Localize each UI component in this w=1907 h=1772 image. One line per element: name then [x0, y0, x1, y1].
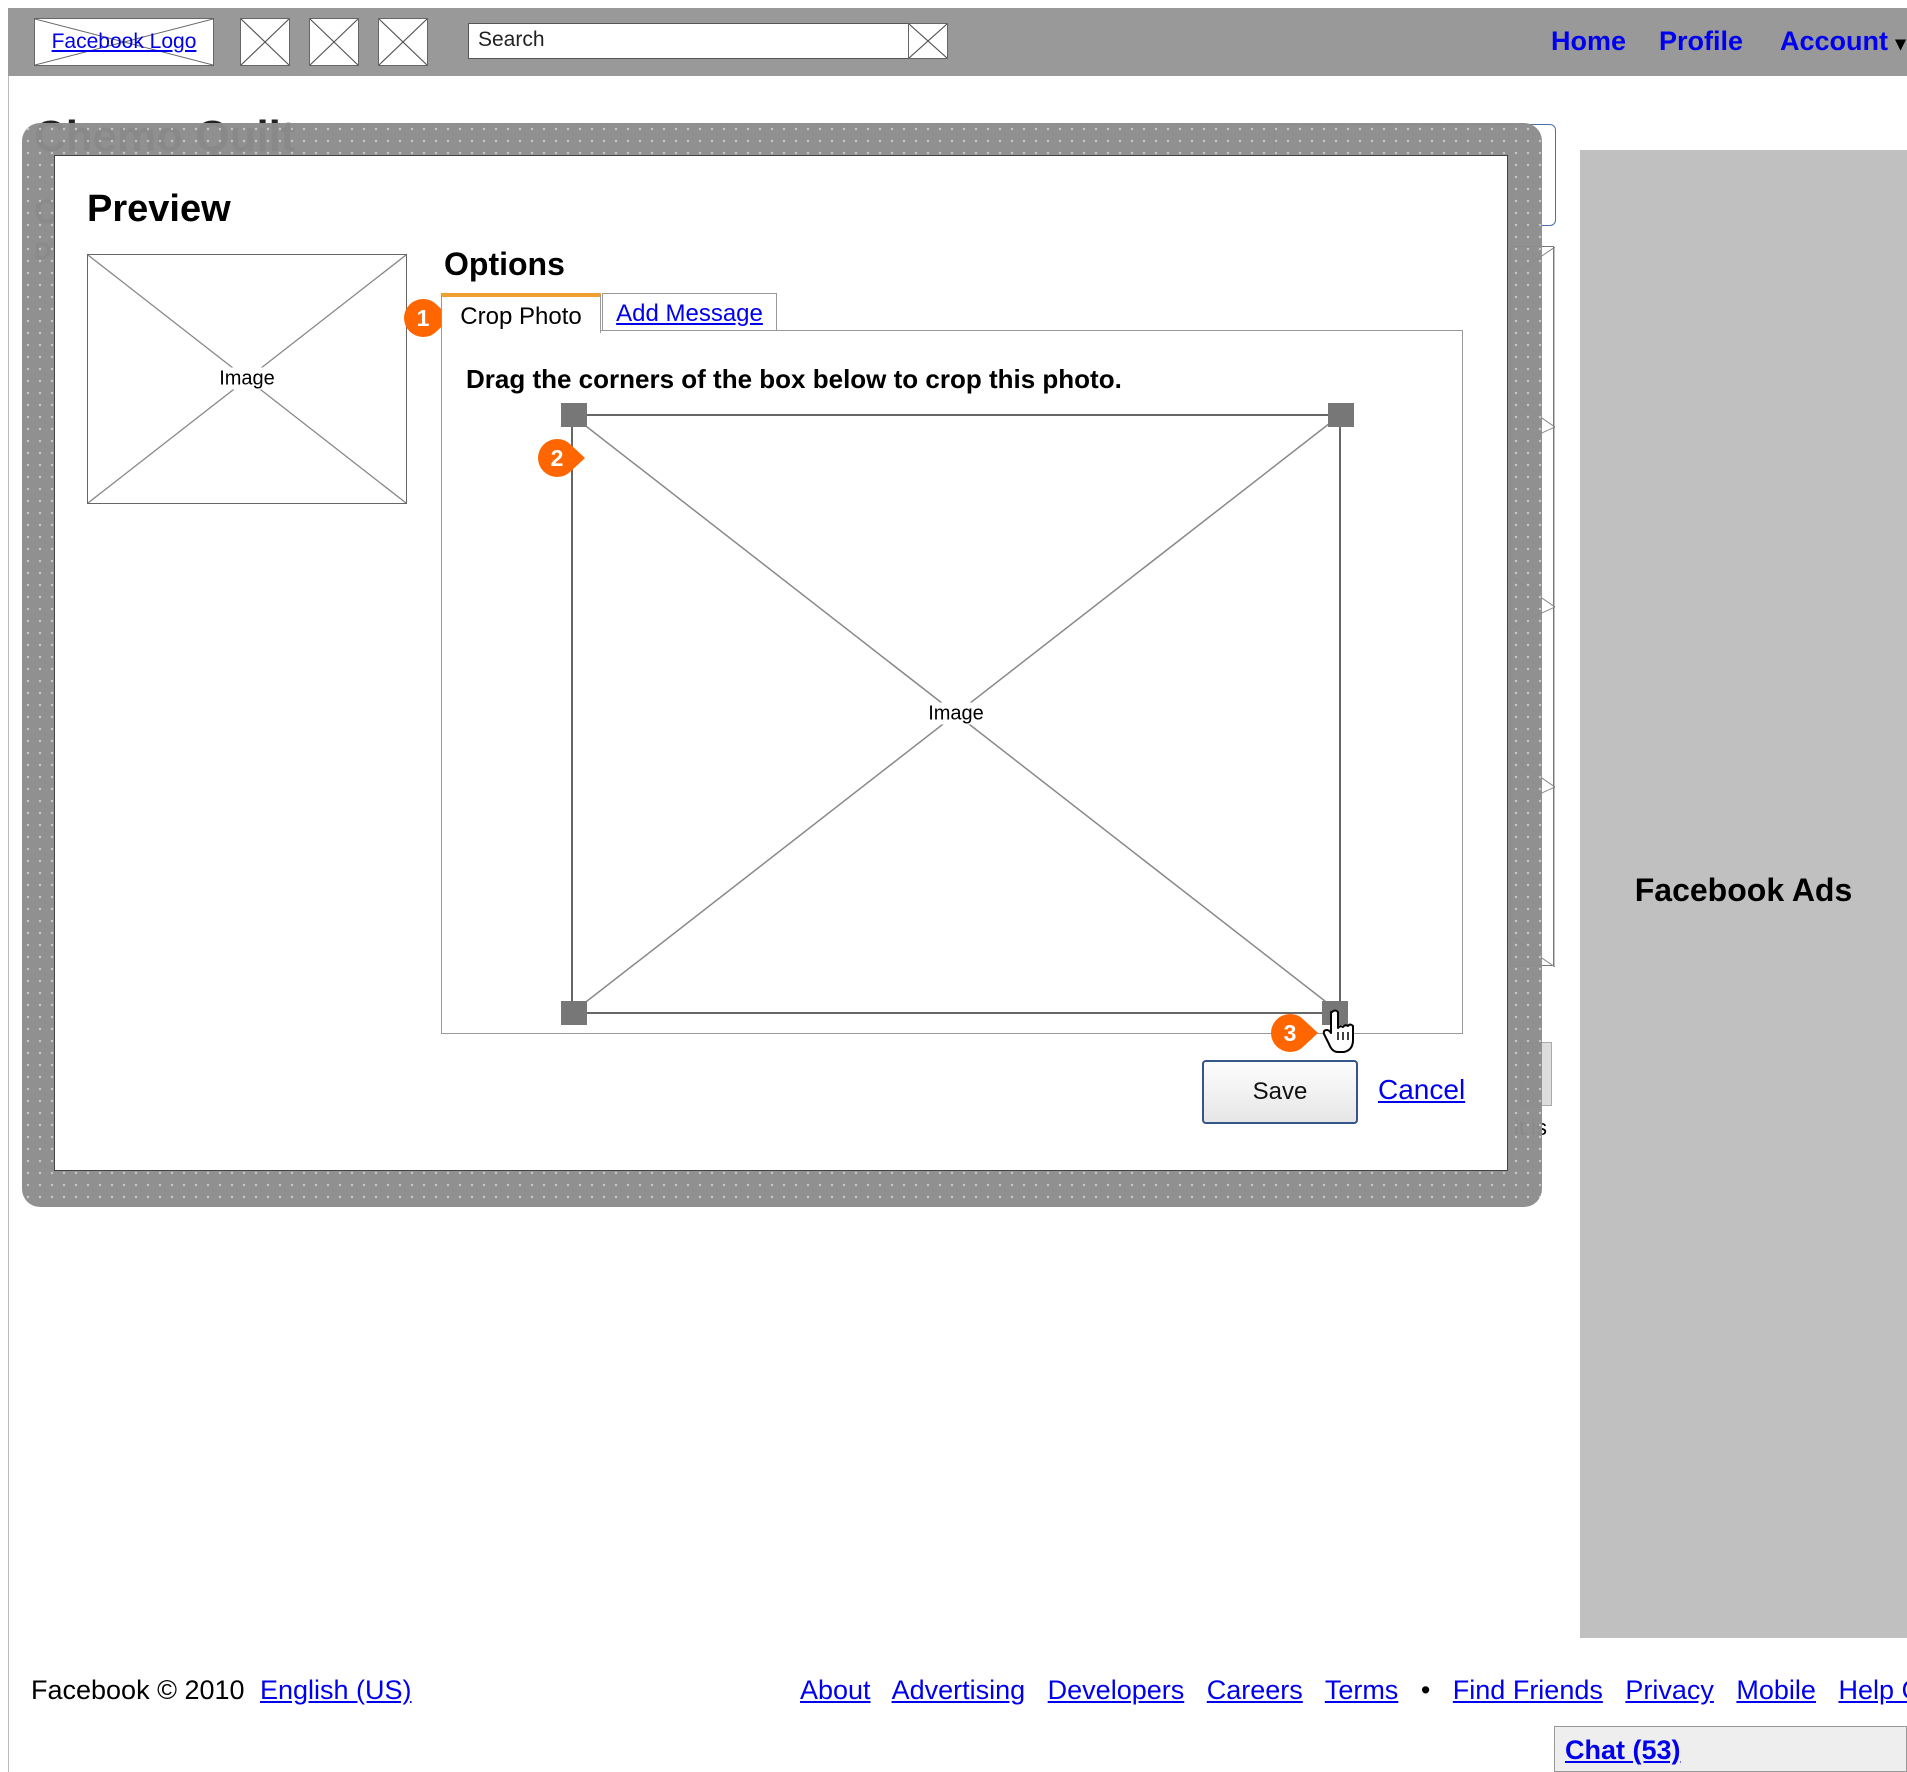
footer-link-privacy[interactable]: Privacy	[1625, 1675, 1714, 1705]
footer-copyright: Facebook © 2010	[31, 1675, 245, 1705]
preview-image-label: Image	[217, 367, 277, 390]
facebook-logo[interactable]: Facebook Logo	[34, 18, 214, 66]
cancel-link[interactable]: Cancel	[1378, 1074, 1465, 1106]
footer-link-careers[interactable]: Careers	[1207, 1675, 1303, 1705]
save-button[interactable]: Save	[1202, 1060, 1358, 1124]
dialog-title: Preview	[87, 188, 231, 230]
annotation-badge-2-label: 2	[550, 445, 564, 471]
nav-profile-link[interactable]: Profile	[1659, 26, 1743, 57]
crop-instructions: Drag the corners of the box below to cro…	[466, 364, 1122, 394]
messages-icon[interactable]	[309, 18, 359, 66]
footer-link-help-center[interactable]: Help Center	[1838, 1675, 1907, 1705]
annotation-badge-3-label: 3	[1283, 1020, 1297, 1046]
nav-account-label: Account	[1780, 26, 1888, 56]
footer-link-about[interactable]: About	[800, 1675, 871, 1705]
facebook-ads-label: Facebook Ads	[1634, 872, 1853, 908]
crop-handle-bottom-left[interactable]	[561, 1001, 587, 1025]
preview-image: Image	[87, 254, 407, 504]
crop-image-label: Image	[926, 702, 986, 725]
annotation-badge-1-label: 1	[416, 305, 430, 331]
hand-cursor-icon	[1322, 1008, 1362, 1056]
crop-handle-top-left[interactable]	[561, 403, 587, 427]
footer-link-find-friends[interactable]: Find Friends	[1453, 1675, 1603, 1705]
annotation-badge-1: 1	[403, 298, 451, 338]
crop-image[interactable]: Image	[571, 414, 1341, 1014]
friend-requests-icon[interactable]	[240, 18, 290, 66]
footer-links: About Advertising Developers Careers Ter…	[800, 1675, 1907, 1706]
page-border	[8, 76, 9, 1772]
search-icon[interactable]	[908, 23, 948, 59]
footer-bullet: •	[1420, 1675, 1431, 1705]
tab-add-message-label[interactable]: Add Message	[616, 300, 763, 327]
footer-language-link[interactable]: English (US)	[260, 1675, 412, 1706]
tab-add-message[interactable]: Add Message	[602, 293, 777, 331]
options-title: Options	[444, 246, 565, 282]
annotation-badge-3: 3	[1270, 1013, 1318, 1053]
nav-account-menu[interactable]: Account ▾	[1780, 26, 1906, 57]
nav-home-link[interactable]: Home	[1551, 26, 1626, 57]
chat-bar[interactable]: Chat (53)	[1554, 1726, 1907, 1772]
footer-link-developers[interactable]: Developers	[1048, 1675, 1185, 1705]
footer-link-terms[interactable]: Terms	[1325, 1675, 1399, 1705]
crop-handle-top-right[interactable]	[1328, 403, 1354, 427]
facebook-logo-label[interactable]: Facebook Logo	[50, 30, 199, 53]
facebook-ads-panel: Facebook Ads	[1580, 150, 1907, 1638]
tab-crop-photo[interactable]: Crop Photo	[441, 293, 601, 333]
annotation-badge-2: 2	[537, 438, 585, 478]
search-input[interactable]: Search	[468, 23, 912, 59]
chat-link[interactable]: Chat (53)	[1565, 1735, 1681, 1765]
footer-link-mobile[interactable]: Mobile	[1736, 1675, 1816, 1705]
notifications-icon[interactable]	[378, 18, 428, 66]
chevron-down-icon: ▾	[1895, 33, 1906, 55]
footer-link-advertising[interactable]: Advertising	[892, 1675, 1026, 1705]
